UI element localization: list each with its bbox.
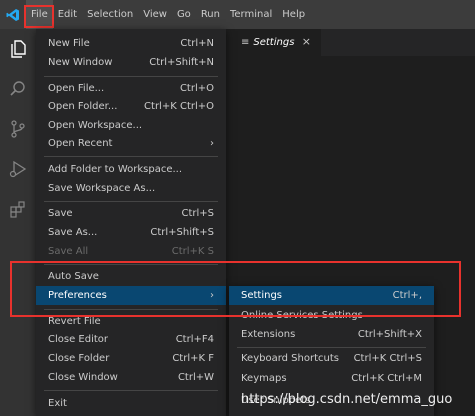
menu-selection[interactable]: Selection [82, 0, 138, 29]
menu-view[interactable]: View [138, 0, 172, 29]
menu-separator [44, 201, 218, 202]
menu-item-close-window[interactable]: Close Window Ctrl+W [36, 368, 226, 387]
editor-tab-bar: ≡ Settings × [229, 29, 475, 56]
menu-separator [44, 390, 218, 391]
menu-item-open-workspace[interactable]: Open Workspace... [36, 116, 226, 135]
menu-help[interactable]: Help [277, 0, 310, 29]
menu-run[interactable]: Run [196, 0, 225, 29]
search-icon[interactable] [0, 69, 36, 109]
menu-item-new-window[interactable]: New Window Ctrl+Shift+N [36, 53, 226, 72]
file-menu: New File Ctrl+N New Window Ctrl+Shift+N Op… [36, 29, 226, 416]
settings-file-icon: ≡ [241, 37, 250, 48]
source-control-icon[interactable] [0, 109, 36, 149]
menu-item-add-folder[interactable]: Add Folder to Workspace... [36, 160, 226, 179]
menu-item-open-file[interactable]: Open File... Ctrl+O [36, 79, 226, 98]
tab-settings[interactable]: ≡ Settings × [229, 29, 321, 56]
menu-item-open-folder[interactable]: Open Folder... Ctrl+K Ctrl+O [36, 97, 226, 116]
activity-bar [0, 29, 36, 416]
submenu-item-keymaps[interactable]: Keymaps Ctrl+K Ctrl+M [229, 369, 434, 388]
menu-edit[interactable]: Edit [53, 0, 82, 29]
run-debug-icon[interactable] [0, 149, 36, 189]
submenu-item-online-services-settings[interactable]: Online Services Settings [229, 306, 434, 325]
menu-separator [44, 156, 218, 157]
menu-item-save-workspace-as[interactable]: Save Workspace As... [36, 179, 226, 198]
files-icon[interactable] [0, 29, 36, 69]
menu-separator [44, 76, 218, 77]
menu-item-revert-file[interactable]: Revert File [36, 312, 226, 331]
menu-go[interactable]: Go [172, 0, 196, 29]
chevron-right-icon: › [210, 138, 214, 149]
close-icon[interactable]: × [302, 35, 311, 48]
menu-item-close-editor[interactable]: Close Editor Ctrl+F4 [36, 330, 226, 349]
menu-separator [44, 264, 218, 265]
tab-settings-label: Settings [253, 37, 295, 48]
menu-item-open-recent[interactable]: Open Recent › [36, 134, 226, 153]
menu-file[interactable]: File [26, 0, 53, 29]
menu-terminal[interactable]: Terminal [225, 0, 277, 29]
menu-bar: File Edit Selection View Go Run Terminal… [0, 0, 475, 29]
submenu-item-extensions[interactable]: Extensions Ctrl+Shift+X [229, 325, 434, 344]
submenu-item-settings[interactable]: Settings Ctrl+, [229, 286, 434, 305]
menu-separator [44, 309, 218, 310]
extensions-icon[interactable] [0, 189, 36, 229]
chevron-right-icon: › [210, 290, 214, 301]
submenu-item-keyboard-shortcuts[interactable]: Keyboard Shortcuts Ctrl+K Ctrl+S [229, 349, 434, 368]
menu-item-preferences[interactable]: Preferences › [36, 286, 226, 305]
menu-item-save[interactable]: Save Ctrl+S [36, 204, 226, 223]
watermark-text: https://blog.csdn.net/emma_guo [241, 392, 453, 407]
menu-item-auto-save[interactable]: Auto Save [36, 267, 226, 286]
menu-item-save-as[interactable]: Save As... Ctrl+Shift+S [36, 223, 226, 242]
menu-item-exit[interactable]: Exit [36, 394, 226, 413]
menu-item-new-file[interactable]: New File Ctrl+N [36, 34, 226, 53]
menu-separator [237, 347, 426, 348]
menu-item-close-folder[interactable]: Close Folder Ctrl+K F [36, 349, 226, 368]
vscode-logo-icon [0, 0, 26, 29]
menu-item-save-all[interactable]: Save All Ctrl+K S [36, 242, 226, 261]
